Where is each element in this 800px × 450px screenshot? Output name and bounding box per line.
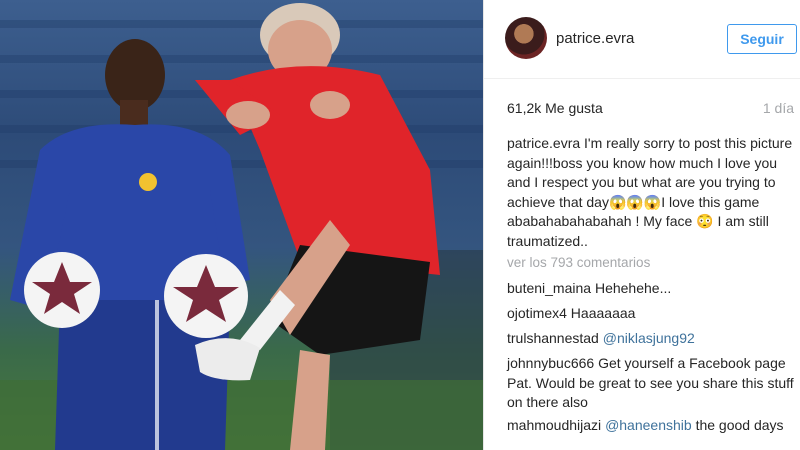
post-header: patrice.evra Seguir — [484, 0, 800, 79]
comment-text: Hehehehe... — [591, 280, 672, 296]
post-time[interactable]: 1 día — [763, 100, 794, 116]
comment-item: johnnybuc666 Get yourself a Facebook pag… — [507, 354, 797, 413]
comment-mention[interactable]: @niklasjung92 — [603, 330, 695, 346]
comment-mention[interactable]: @haneenshib — [605, 417, 692, 433]
comment-item: buteni_maina Hehehehe... — [507, 279, 797, 299]
comment-username[interactable]: johnnybuc666 — [507, 355, 594, 371]
comment-text: Haaaaaaa — [566, 305, 636, 321]
football-left — [24, 252, 100, 328]
caption-text: I'm really sorry to post this picture ag… — [507, 135, 793, 249]
comment-item: trulshannestad @niklasjung92 — [507, 329, 797, 349]
comment-username[interactable]: buteni_maina — [507, 280, 591, 296]
user-avatar[interactable] — [505, 17, 547, 59]
football-right — [164, 254, 248, 338]
football-training-photo — [0, 3, 483, 450]
comment-item: mahmoudhijazi @haneenshib the good days — [507, 416, 797, 436]
post-caption: patrice.evra I'm really sorry to post th… — [507, 134, 797, 251]
post-sidebar: patrice.evra Seguir 61,2k Me gusta 1 día… — [483, 0, 800, 450]
comment-text: the good days — [691, 417, 784, 433]
comment-username[interactable]: mahmoudhijazi — [507, 417, 601, 433]
comment-item: ojotimex4 Haaaaaaa — [507, 304, 797, 324]
header-username[interactable]: patrice.evra — [556, 30, 634, 47]
comment-username[interactable]: trulshannestad — [507, 330, 599, 346]
comment-username[interactable]: ojotimex4 — [507, 305, 567, 321]
view-all-comments-link[interactable]: ver los 793 comentarios — [507, 255, 650, 270]
post-photo[interactable] — [0, 0, 483, 450]
likes-count[interactable]: 61,2k Me gusta — [507, 100, 603, 116]
follow-button[interactable]: Seguir — [727, 24, 797, 54]
caption-username[interactable]: patrice.evra — [507, 135, 580, 151]
